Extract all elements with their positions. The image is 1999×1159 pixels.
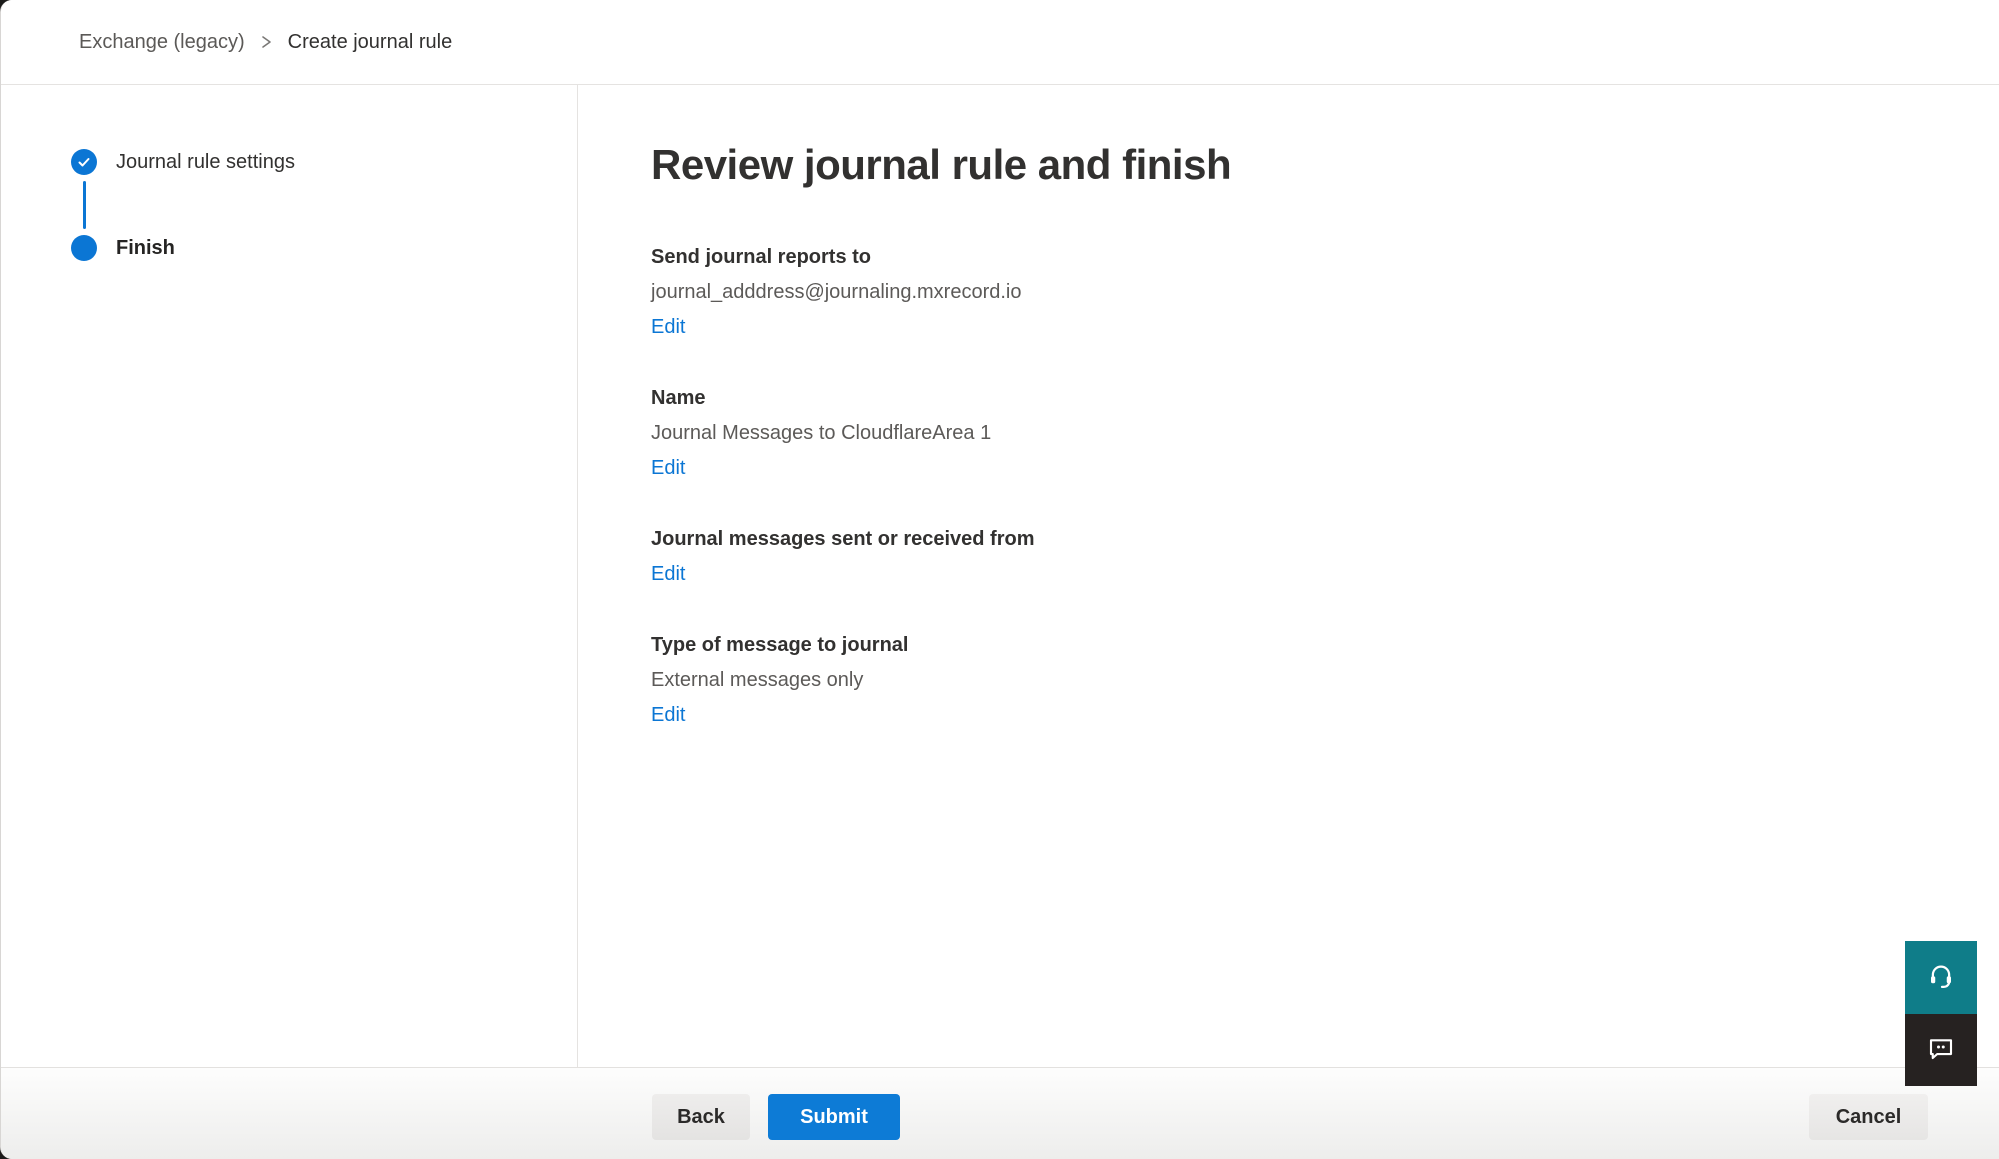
edit-name-link[interactable]: Edit — [651, 451, 685, 486]
wizard-step-label: Journal rule settings — [116, 151, 295, 174]
body: Journal rule settings Finish Review jour… — [1, 85, 1999, 1067]
wizard-step-journal-rule-settings[interactable]: Journal rule settings — [71, 149, 577, 175]
review-section-message-type: Type of message to journal External mess… — [651, 628, 1959, 733]
edit-message-type-link[interactable]: Edit — [651, 698, 685, 733]
feedback-button[interactable] — [1905, 1014, 1977, 1086]
cancel-button[interactable]: Cancel — [1809, 1094, 1928, 1140]
section-label: Send journal reports to — [651, 240, 1959, 275]
edit-journal-messages-scope-link[interactable]: Edit — [651, 557, 685, 592]
breadcrumb: Exchange (legacy) Create journal rule — [79, 31, 452, 54]
review-section-name: Name Journal Messages to CloudflareArea … — [651, 381, 1959, 486]
review-section-journal-messages-scope: Journal messages sent or received from E… — [651, 522, 1959, 592]
breadcrumb-create-journal-rule: Create journal rule — [288, 31, 453, 54]
back-button[interactable]: Back — [652, 1094, 750, 1140]
create-journal-rule-flyout: Exchange (legacy) Create journal rule — [0, 0, 1999, 1159]
section-value: Journal Messages to CloudflareArea 1 — [651, 416, 1959, 451]
section-label: Type of message to journal — [651, 628, 1959, 663]
section-label: Journal messages sent or received from — [651, 522, 1959, 557]
edit-send-journal-reports-link[interactable]: Edit — [651, 310, 685, 345]
wizard-steps-sidebar: Journal rule settings Finish — [1, 85, 578, 1067]
floating-button-stack — [1905, 941, 1977, 1086]
wizard-step-finish[interactable]: Finish — [71, 235, 577, 261]
breadcrumb-exchange-legacy[interactable]: Exchange (legacy) — [79, 31, 245, 54]
wizard-step-label: Finish — [116, 237, 175, 260]
section-value: External messages only — [651, 663, 1959, 698]
header: Exchange (legacy) Create journal rule — [1, 0, 1999, 85]
step-connector-line — [83, 181, 86, 229]
footer-action-bar: Back Submit Cancel — [1, 1067, 1999, 1159]
screen: Exchange (legacy) Create journal rule — [0, 0, 1999, 1159]
chevron-right-icon — [260, 34, 273, 50]
help-support-button[interactable] — [1905, 941, 1977, 1014]
submit-button[interactable]: Submit — [768, 1094, 900, 1140]
page-title: Review journal rule and finish — [651, 140, 1959, 190]
step-current-dot-icon — [71, 235, 97, 261]
section-label: Name — [651, 381, 1959, 416]
review-pane: Review journal rule and finish Send jour… — [578, 85, 1999, 1067]
step-completed-check-icon — [71, 149, 97, 175]
chat-bubble-icon — [1926, 1034, 1956, 1067]
review-section-send-journal-reports-to: Send journal reports to journal_adddress… — [651, 240, 1959, 345]
section-value: journal_adddress@journaling.mxrecord.io — [651, 275, 1959, 310]
headset-icon — [1926, 961, 1956, 994]
